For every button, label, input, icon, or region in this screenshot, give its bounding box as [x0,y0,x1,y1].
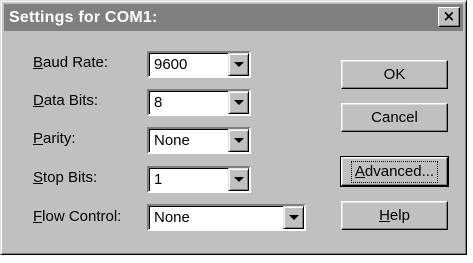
serial-settings-dialog: Settings for COM1: × Baud Rate: 9600 Dat… [0,0,467,255]
ok-button[interactable]: OK [341,60,448,89]
baud-rate-select[interactable]: 9600 [147,51,251,78]
chevron-down-icon[interactable] [228,53,249,76]
advanced-button[interactable]: Advanced... [340,156,449,187]
stop-bits-label: Stop Bits: [33,169,98,186]
title-bar[interactable]: Settings for COM1: × [4,4,463,31]
stop-bits-value: 1 [154,171,163,188]
chevron-down-icon[interactable] [228,168,249,191]
data-bits-select[interactable]: 8 [147,89,251,116]
chevron-down-icon[interactable] [228,91,249,114]
baud-rate-value: 9600 [154,56,188,73]
close-icon[interactable]: × [438,7,460,27]
chevron-down-icon[interactable] [283,206,304,229]
chevron-down-icon[interactable] [228,129,249,152]
parity-select[interactable]: None [147,127,251,154]
data-bits-label: Data Bits: [33,92,99,109]
window-title: Settings for COM1: [9,9,158,26]
parity-label: Parity: [33,130,76,147]
flow-control-label: Flow Control: [33,208,122,225]
cancel-button[interactable]: Cancel [341,103,448,132]
stop-bits-select[interactable]: 1 [147,166,251,193]
parity-value: None [154,132,190,149]
data-bits-value: 8 [154,94,163,111]
flow-control-value: None [154,209,190,226]
baud-rate-label: Baud Rate: [33,54,109,71]
help-button[interactable]: Help [341,201,448,230]
flow-control-select[interactable]: None [147,204,306,231]
